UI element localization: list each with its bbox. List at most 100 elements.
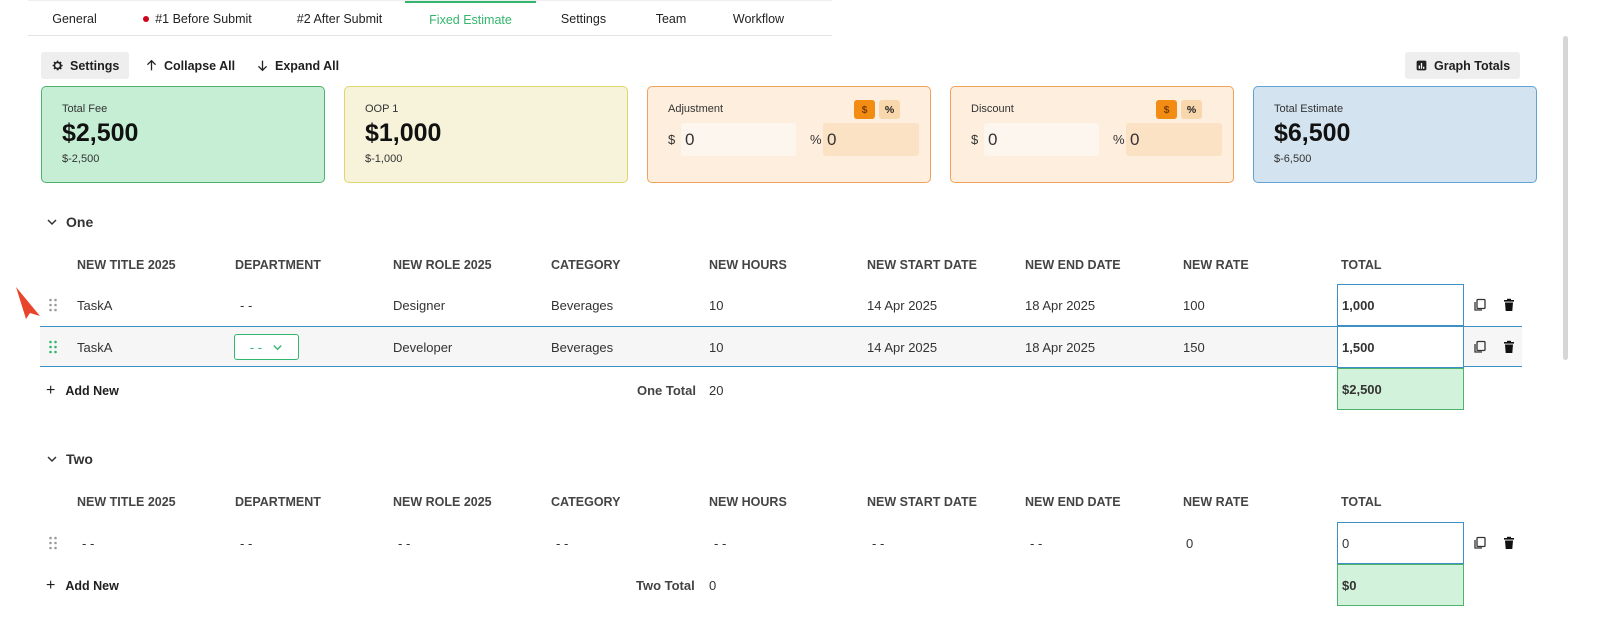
card-label: OOP 1 — [365, 103, 399, 115]
trash-icon[interactable] — [1502, 298, 1516, 312]
cell-start-date[interactable]: - - — [872, 536, 884, 551]
discount-inputs: $ 0 % 0 — [971, 123, 1222, 156]
cell-title[interactable]: TaskA — [77, 340, 112, 355]
tab-before-submit[interactable]: #1 Before Submit — [121, 1, 274, 36]
cell-department[interactable]: - - — [240, 298, 252, 313]
add-new-label: Add New — [65, 384, 119, 398]
cell-start-date[interactable]: 14 Apr 2025 — [867, 298, 937, 313]
section-total-label: Two Total — [636, 578, 695, 593]
department-dropdown[interactable]: - - — [234, 334, 299, 360]
section-total-label: One Total — [637, 383, 696, 398]
total-input[interactable]: 0 — [1337, 522, 1464, 564]
discount-card: Discount $ % $ 0 % 0 — [950, 86, 1234, 183]
column-header-rate: NEW RATE — [1183, 495, 1249, 509]
cell-start-date[interactable]: 14 Apr 2025 — [867, 340, 937, 355]
card-label: Total Estimate — [1274, 103, 1344, 115]
percent-toggle[interactable]: % — [879, 100, 900, 119]
dollar-toggle[interactable]: $ — [1156, 100, 1177, 119]
discount-percent-input[interactable]: 0 — [1126, 123, 1222, 156]
oop1-card: OOP 1 $1,000 $-1,000 — [344, 86, 628, 183]
dollar-toggle[interactable]: $ — [854, 100, 875, 119]
chevron-down-icon — [273, 344, 282, 350]
drag-handle-icon[interactable] — [48, 340, 58, 354]
cell-end-date[interactable]: 18 Apr 2025 — [1025, 340, 1095, 355]
graph-totals-button[interactable]: Graph Totals — [1405, 52, 1521, 79]
settings-button[interactable]: Settings — [41, 52, 130, 79]
section-hours-total: 20 — [709, 383, 724, 398]
cell-hours[interactable]: 10 — [709, 340, 723, 355]
cell-category[interactable]: Beverages — [551, 298, 613, 313]
column-header-total: TOTAL — [1341, 495, 1382, 509]
trash-icon[interactable] — [1502, 536, 1516, 550]
total-input[interactable]: 1,500 — [1337, 326, 1464, 368]
adjustment-dollar-input[interactable]: 0 — [681, 123, 796, 156]
cell-role[interactable]: Designer — [393, 298, 445, 313]
section-hours-total: 0 — [709, 578, 717, 593]
collapse-all-button[interactable]: Collapse All — [135, 52, 245, 79]
column-header-rate: NEW RATE — [1183, 258, 1249, 272]
section-total-value: $2,500 — [1337, 368, 1464, 410]
copy-icon[interactable] — [1473, 340, 1487, 354]
section-one-header[interactable]: One — [46, 214, 93, 230]
column-header-department: DEPARTMENT — [235, 258, 321, 272]
tab-workflow[interactable]: Workflow — [711, 1, 806, 36]
collapse-all-label: Collapse All — [164, 58, 236, 73]
tab-after-submit[interactable]: #2 After Submit — [274, 1, 405, 36]
adjustment-inputs: $ 0 % 0 — [668, 123, 919, 156]
cell-end-date[interactable]: - - — [1030, 536, 1042, 551]
column-header-start-date: NEW START DATE — [867, 258, 977, 272]
cell-rate[interactable]: 150 — [1183, 340, 1205, 355]
cell-role[interactable]: - - — [398, 536, 410, 551]
drag-handle-icon[interactable] — [48, 298, 58, 312]
card-subvalue: $-6,500 — [1274, 153, 1312, 165]
plus-icon: + — [46, 577, 56, 594]
cell-category[interactable]: Beverages — [551, 340, 613, 355]
tab-team[interactable]: Team — [631, 1, 711, 36]
column-header-end-date: NEW END DATE — [1025, 258, 1121, 272]
settings-button-label: Settings — [70, 58, 120, 73]
trash-icon[interactable] — [1502, 340, 1516, 354]
graph-totals-label: Graph Totals — [1434, 58, 1511, 73]
tab-general[interactable]: General — [28, 1, 121, 36]
discount-dollar-input[interactable]: 0 — [984, 123, 1099, 156]
adjustment-percent-input[interactable]: 0 — [823, 123, 919, 156]
column-header-end-date: NEW END DATE — [1025, 495, 1121, 509]
tab-settings[interactable]: Settings — [536, 1, 631, 36]
cell-rate[interactable]: 0 — [1186, 536, 1193, 551]
cell-title[interactable]: TaskA — [77, 298, 112, 313]
tab-fixed-estimate[interactable]: Fixed Estimate — [405, 1, 536, 36]
cell-rate[interactable]: 100 — [1183, 298, 1205, 313]
cell-category[interactable]: - - — [556, 536, 568, 551]
column-header-category: CATEGORY — [551, 495, 621, 509]
cell-department[interactable]: - - — [240, 536, 252, 551]
drag-handle-icon[interactable] — [48, 536, 58, 550]
cell-hours[interactable]: - - — [714, 536, 726, 551]
total-fee-card: Total Fee $2,500 $-2,500 — [41, 86, 325, 183]
card-subvalue: $-2,500 — [62, 153, 100, 165]
tab-label: #1 Before Submit — [155, 11, 252, 26]
cell-hours[interactable]: 10 — [709, 298, 723, 313]
tab-label: Fixed Estimate — [429, 12, 512, 27]
section-title: One — [66, 214, 94, 230]
add-new-button[interactable]: + Add New — [46, 382, 119, 400]
chevron-down-icon — [47, 219, 57, 226]
cell-end-date[interactable]: 18 Apr 2025 — [1025, 298, 1095, 313]
total-estimate-card: Total Estimate $6,500 $-6,500 — [1253, 86, 1537, 183]
gear-icon — [52, 60, 63, 71]
column-header-total: TOTAL — [1341, 258, 1382, 272]
chevron-down-icon — [47, 456, 57, 463]
cell-role[interactable]: Developer — [393, 340, 452, 355]
add-new-button[interactable]: + Add New — [46, 577, 119, 595]
expand-all-button[interactable]: Expand All — [246, 52, 349, 79]
percent-symbol: % — [810, 132, 822, 147]
section-total-value: $0 — [1337, 564, 1464, 606]
copy-icon[interactable] — [1473, 536, 1487, 550]
copy-icon[interactable] — [1473, 298, 1487, 312]
vertical-scrollbar[interactable] — [1563, 36, 1568, 360]
percent-toggle[interactable]: % — [1181, 100, 1202, 119]
section-two-header[interactable]: Two — [46, 451, 93, 467]
section-title: Two — [66, 451, 93, 467]
cell-title[interactable]: - - — [82, 536, 94, 551]
total-input[interactable]: 1,000 — [1337, 284, 1464, 326]
department-dropdown-value: - - — [249, 339, 263, 355]
